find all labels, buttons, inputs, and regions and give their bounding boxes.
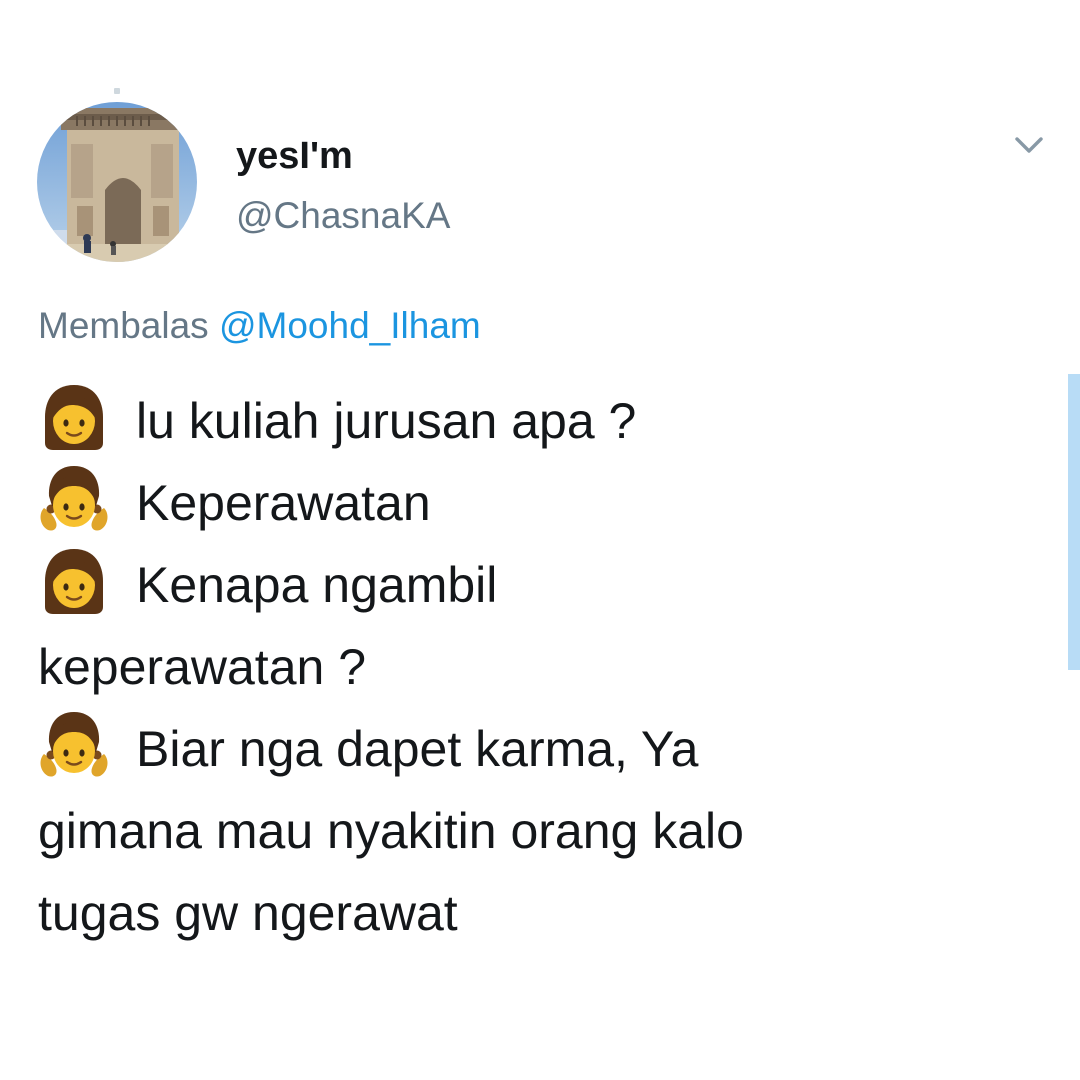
tweet-line: tugas gw ngerawat [38,885,458,941]
scrollbar-thumb[interactable] [1068,374,1080,670]
tweet-text: lu kuliah jurusan apa ? Keperawatan Kena… [38,380,1038,954]
tweet-line: keperawatan ? [38,639,367,695]
reply-mention-link[interactable]: @Moohd_Ilham [219,305,481,346]
display-name[interactable]: yesI'm [236,133,353,179]
woman-emoji-icon [38,544,110,616]
avatar[interactable] [37,102,197,262]
woman-emoji-icon [38,380,110,452]
tweet-line: Kenapa ngambil [38,544,1038,626]
tweet-line: Biar nga dapet karma, Ya [38,708,1038,790]
girl-emoji-icon [38,708,110,780]
tweet-line: Keperawatan [38,462,1038,544]
tweet-line: lu kuliah jurusan apa ? [38,380,1038,462]
girl-emoji-icon [38,462,110,534]
thread-dot [114,88,120,94]
user-handle[interactable]: @ChasnaKA [236,193,450,239]
reply-prefix: Membalas [38,305,209,346]
tweet-card: yesI'm @ChasnaKA Membalas @Moohd_Ilham l… [0,0,1080,1080]
reply-context: Membalas @Moohd_Ilham [38,303,481,349]
tweet-line: gimana mau nyakitin orang kalo [38,803,744,859]
chevron-down-icon[interactable] [1011,131,1047,159]
